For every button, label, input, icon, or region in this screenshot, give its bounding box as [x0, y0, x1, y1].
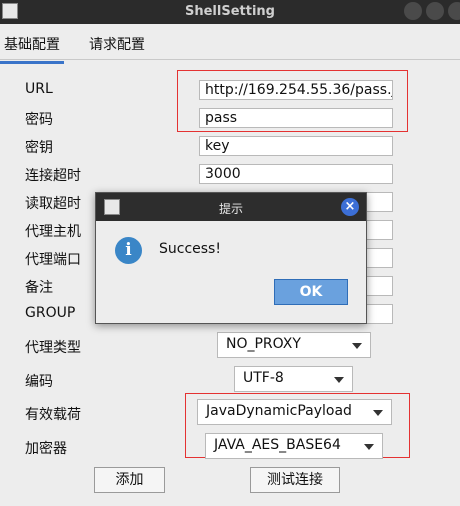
- chevron-down-icon: [364, 444, 374, 450]
- tab-basic-config[interactable]: 基础配置: [0, 34, 64, 64]
- close-icon[interactable]: ×: [341, 198, 359, 216]
- chevron-down-icon: [373, 410, 383, 416]
- cryption-value: JAVA_AES_BASE64: [214, 437, 341, 453]
- add-button[interactable]: 添加: [94, 467, 165, 493]
- maximize-icon[interactable]: [426, 2, 444, 20]
- tab-bar: 基础配置 请求配置: [0, 24, 460, 64]
- label-group: GROUP: [25, 305, 76, 321]
- test-connection-button[interactable]: 测试连接: [250, 467, 340, 493]
- label-connect-timeout: 连接超时: [25, 168, 81, 184]
- label-key: 密钥: [25, 140, 53, 156]
- key-input[interactable]: key: [199, 136, 393, 156]
- chevron-down-icon: [334, 377, 344, 383]
- label-encoding: 编码: [25, 374, 53, 390]
- label-proxy-port: 代理端口: [25, 252, 81, 268]
- label-proxy-type: 代理类型: [25, 340, 81, 356]
- tab-request-config[interactable]: 请求配置: [89, 34, 145, 54]
- encoding-value: UTF-8: [243, 370, 284, 386]
- cryption-select[interactable]: JAVA_AES_BASE64: [205, 433, 383, 459]
- message-dialog: 提示 × i Success! OK: [95, 192, 367, 324]
- label-proxy-host: 代理主机: [25, 224, 81, 240]
- highlight-box-url-password: [177, 70, 408, 132]
- label-url: URL: [25, 81, 53, 97]
- proxy-type-select[interactable]: NO_PROXY: [217, 332, 371, 358]
- dialog-message: Success!: [159, 241, 221, 257]
- label-remark: 备注: [25, 280, 53, 296]
- ok-button[interactable]: OK: [274, 279, 348, 305]
- dialog-title: 提示: [218, 202, 243, 216]
- label-password: 密码: [25, 112, 53, 128]
- connect-timeout-input[interactable]: 3000: [199, 164, 393, 184]
- payload-value: JavaDynamicPayload: [206, 403, 352, 419]
- chevron-down-icon: [352, 343, 362, 349]
- dialog-titlebar: 提示 ×: [96, 193, 366, 221]
- info-icon: i: [115, 237, 142, 264]
- proxy-type-value: NO_PROXY: [226, 336, 301, 352]
- payload-select[interactable]: JavaDynamicPayload: [197, 399, 392, 425]
- label-read-timeout: 读取超时: [25, 196, 81, 212]
- window-titlebar: ShellSetting: [0, 0, 460, 24]
- encoding-select[interactable]: UTF-8: [234, 366, 353, 392]
- window-title: ShellSetting: [185, 4, 275, 19]
- label-payload: 有效载荷: [25, 407, 81, 423]
- close-window-icon[interactable]: [448, 2, 460, 20]
- minimize-icon[interactable]: [404, 2, 422, 20]
- label-cryption: 加密器: [25, 441, 67, 457]
